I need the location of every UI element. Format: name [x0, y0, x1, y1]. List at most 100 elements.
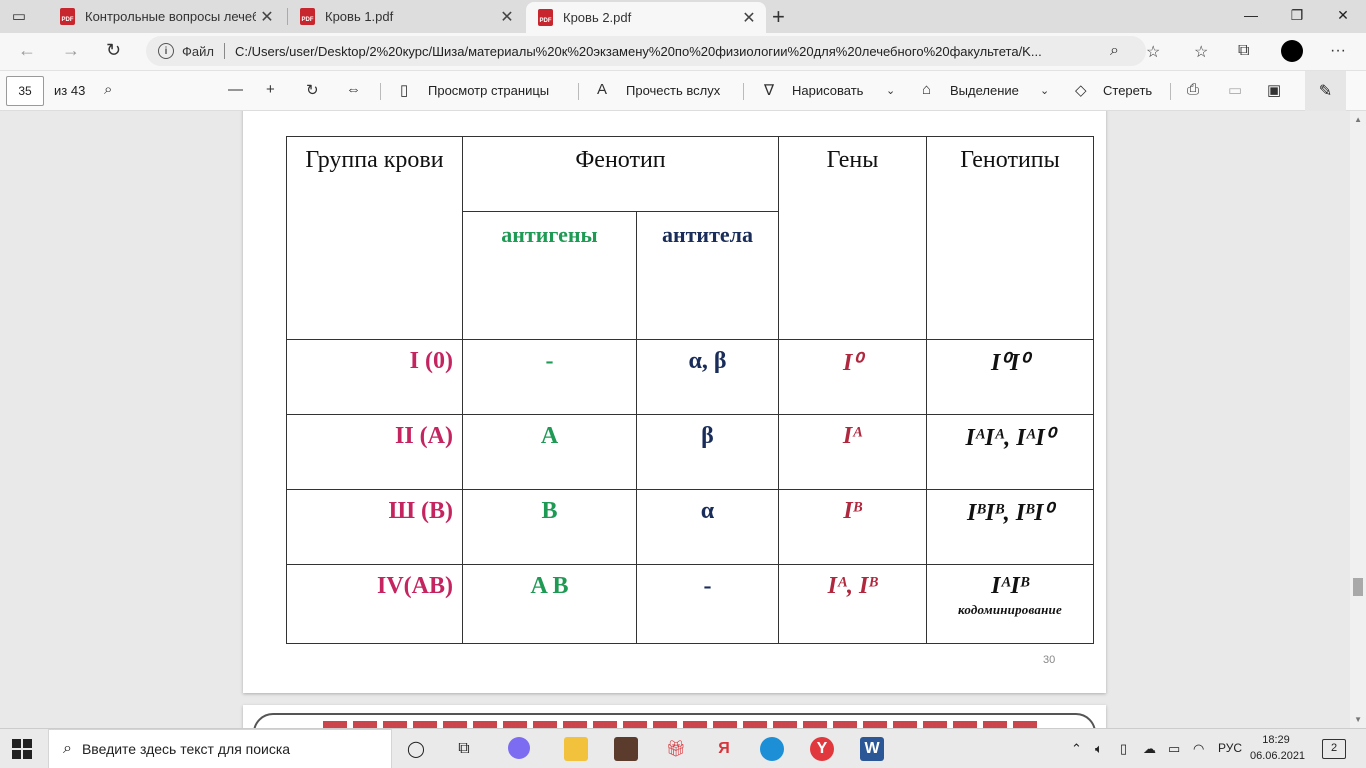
group-cell: Ш (B) [286, 489, 463, 565]
pdf-page: Группа крови Фенотип Гены Генотипы антиг… [243, 111, 1106, 693]
add-favorite-icon[interactable]: ☆ [1146, 42, 1160, 62]
url-text[interactable]: C:/Users/user/Desktop/2%20курс/Шиза/мате… [235, 44, 1093, 59]
vertical-scrollbar[interactable]: ▲ ▼ [1350, 111, 1366, 728]
genes-cell: Iᴬ [778, 414, 927, 490]
battery-icon[interactable]: ▯ [1120, 741, 1127, 757]
toolbar-divider [1170, 83, 1171, 100]
tab-krov2[interactable]: PDF Кровь 2.pdf ✕ [526, 2, 766, 33]
page-number-input[interactable]: 35 [6, 76, 44, 106]
taskbar-search[interactable]: ⌕ Введите здесь текст для поиска [48, 729, 392, 768]
chevron-down-icon[interactable]: ⌄ [886, 84, 895, 97]
refresh-icon[interactable]: ↻ [106, 40, 121, 61]
address-field[interactable]: i Файл C:/Users/user/Desktop/2%20курс/Ши… [146, 36, 1146, 66]
forward-icon[interactable]: → [62, 40, 80, 61]
header-antibodies: антитела [636, 211, 779, 340]
scroll-up-icon[interactable]: ▲ [1354, 115, 1362, 124]
volume-icon[interactable]: 🔈︎ [1095, 741, 1103, 757]
restore-icon[interactable]: ❐ [1274, 0, 1320, 30]
pdf-toolbar: 35 из 43 ⌕ — + ↻ ⇔ ▯ Просмотр страницы A… [0, 70, 1366, 111]
search-icon[interactable]: ⌕ [104, 81, 112, 98]
new-tab-icon[interactable]: + [772, 4, 785, 30]
scroll-thumb[interactable] [1353, 578, 1363, 596]
tab-krov1[interactable]: PDF Кровь 1.pdf ✕ [288, 0, 524, 33]
tray-chevron-icon[interactable]: ⌃ [1071, 741, 1082, 757]
pin-toolbar-icon[interactable]: ✎ [1305, 71, 1346, 111]
highlight-icon[interactable]: ⌂ [922, 81, 931, 98]
cloud-icon[interactable]: ☁︎ [1143, 741, 1156, 757]
page-view-icon[interactable]: ▯ [400, 81, 408, 99]
eraser-icon[interactable]: ◇ [1075, 81, 1087, 99]
yandex-browser-icon[interactable]: Y [810, 737, 834, 761]
task-view-icon[interactable]: ⧉ [452, 737, 476, 761]
language-indicator[interactable]: РУС [1218, 741, 1242, 755]
clock[interactable]: 18:29 06.06.2021 [1250, 732, 1305, 764]
antibodies-cell: α [636, 489, 779, 565]
word-icon[interactable]: W [860, 737, 884, 761]
edge-icon[interactable] [760, 737, 784, 761]
favorites-icon[interactable]: ☆ [1194, 42, 1208, 62]
page-total: из 43 [54, 83, 86, 98]
minimize-icon[interactable]: — [1228, 0, 1274, 30]
file-label: Файл [182, 43, 214, 59]
file-explorer-icon[interactable] [564, 737, 588, 761]
cortana-icon[interactable]: ◯ [404, 737, 428, 761]
blood-group-table: Группа крови Фенотип Гены Генотипы антиг… [286, 136, 1094, 644]
draw-button[interactable]: Нарисовать [792, 83, 863, 98]
network-icon[interactable]: ▭ [1168, 741, 1180, 757]
header-group: Группа крови [286, 136, 463, 340]
taskbar: ⌕ Введите здесь текст для поиска ◯ ⧉ 🎁︎ … [0, 728, 1366, 768]
page-view-button[interactable]: Просмотр страницы [428, 83, 549, 98]
window-close-icon[interactable]: ✕ [1320, 0, 1366, 30]
tab-title: Кровь 1.pdf [325, 9, 394, 24]
antibodies-cell: β [636, 414, 779, 490]
address-divider [223, 43, 225, 59]
yandex-icon[interactable]: Я [712, 737, 736, 761]
alice-icon[interactable] [508, 737, 530, 759]
clock-time: 18:29 [1262, 734, 1290, 746]
read-aloud-button[interactable]: Прочесть вслух [626, 83, 720, 98]
back-icon[interactable]: ← [18, 40, 36, 61]
rotate-icon[interactable]: ↻ [306, 81, 319, 99]
fit-width-icon[interactable]: ⇔ [346, 81, 361, 98]
header-genes: Гены [778, 136, 927, 340]
draw-icon[interactable]: ∇ [764, 81, 774, 99]
highlight-button[interactable]: Выделение [950, 83, 1019, 98]
genotypes-cell: IᴬIᴮ кодоминирование [926, 564, 1094, 644]
page-heading-fragment [323, 721, 1043, 728]
close-icon[interactable]: ✕ [496, 7, 518, 27]
genotype-text: IᴬIᴮ [991, 573, 1029, 599]
header-phenotype: Фенотип [462, 136, 779, 212]
read-aloud-icon[interactable]: A︎ [597, 81, 607, 98]
erase-button[interactable]: Стереть [1103, 83, 1152, 98]
info-icon[interactable]: i [158, 43, 174, 59]
close-icon[interactable]: ✕ [738, 8, 760, 28]
store-icon[interactable] [614, 737, 638, 761]
table-row: II (A) A β Iᴬ IᴬIᴬ, IᴬI⁰ [286, 414, 1094, 490]
tab-actions-icon[interactable]: ▭ [8, 6, 30, 26]
gift-icon[interactable]: 🎁︎ [664, 737, 688, 761]
scroll-down-icon[interactable]: ▼ [1354, 715, 1362, 724]
close-icon[interactable]: ✕ [256, 7, 278, 27]
collections-icon[interactable]: ⧉ [1238, 42, 1249, 60]
zoom-out-icon[interactable]: — [228, 81, 243, 98]
profile-avatar[interactable] [1281, 40, 1303, 62]
save-as-icon[interactable]: ▣ [1267, 81, 1281, 99]
notifications-icon[interactable]: 2 [1322, 739, 1346, 759]
tab-kontrolnye[interactable]: PDF Контрольные вопросы лечебн ✕ [48, 0, 284, 33]
wifi-icon[interactable]: ◠ [1193, 741, 1204, 757]
antibodies-cell: - [636, 564, 779, 644]
windows-start-icon[interactable] [12, 739, 34, 759]
antigens-cell: A B [462, 564, 637, 644]
tab-title: Контрольные вопросы лечебн [85, 9, 256, 24]
genes-cell: Iᴬ, Iᴮ [778, 564, 927, 644]
genotypes-cell: IᴬIᴬ, IᴬI⁰ [926, 414, 1094, 490]
save-icon[interactable]: ▭ [1228, 81, 1242, 99]
chevron-down-icon[interactable]: ⌄ [1040, 84, 1049, 97]
pdf-icon: PDF [538, 9, 553, 26]
zoom-icon[interactable]: ⌕ [1110, 42, 1119, 60]
more-icon[interactable]: ··· [1330, 42, 1346, 60]
print-icon[interactable]: ⎙ [1187, 81, 1199, 98]
address-bar-row: ← → ↻ i Файл C:/Users/user/Desktop/2%20к… [0, 33, 1366, 70]
zoom-in-icon[interactable]: + [266, 81, 275, 98]
antibodies-cell: α, β [636, 339, 779, 415]
